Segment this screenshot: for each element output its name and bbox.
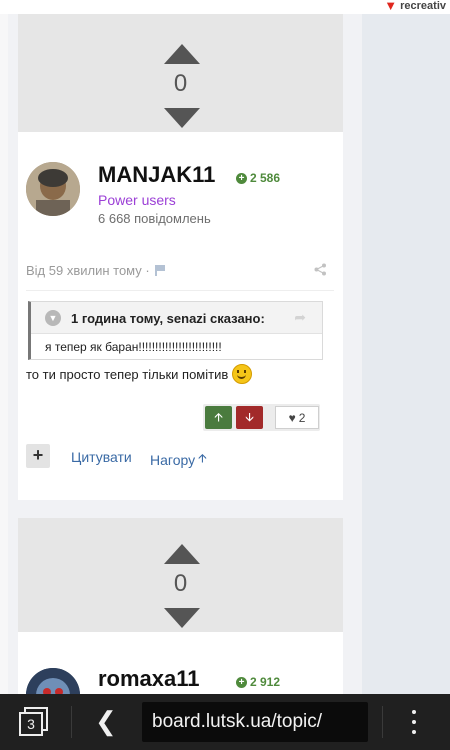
share-icon[interactable] bbox=[314, 263, 327, 279]
url-text: board.lutsk.ua/topic/ bbox=[152, 711, 323, 732]
post: 0 romaxa11 + 2 912 bbox=[18, 518, 343, 722]
reaction-count: 2 bbox=[298, 410, 306, 425]
post-date-text: Від 59 хвилин тому · bbox=[26, 263, 150, 278]
tabs-button[interactable]: 3 bbox=[19, 707, 48, 736]
right-panel bbox=[362, 14, 450, 694]
reputation-up-button[interactable]: 🡩 bbox=[205, 406, 232, 429]
back-to-top-label: Нагору bbox=[150, 451, 196, 468]
plus-circle-icon: + bbox=[236, 172, 247, 184]
reputation-controls: 🡩 🡫 ♥ 2 bbox=[203, 404, 320, 431]
tab-count: 3 bbox=[19, 712, 43, 736]
toolbar-divider bbox=[382, 706, 383, 738]
upvote-arrow-icon[interactable] bbox=[164, 544, 200, 564]
quote-share-icon[interactable]: ➦ bbox=[294, 309, 306, 326]
reputation-badge: + 2 912 bbox=[236, 675, 280, 689]
post-body: то ти просто тепер тільки помітив bbox=[26, 364, 253, 384]
address-bar[interactable]: board.lutsk.ua/topic/ bbox=[142, 702, 368, 742]
vote-count: 0 bbox=[173, 70, 188, 97]
reputation-value: 2 912 bbox=[250, 675, 281, 689]
avatar-photo bbox=[26, 162, 80, 216]
divider bbox=[26, 290, 334, 291]
author-name[interactable]: romaxa11 bbox=[98, 666, 200, 692]
back-to-top-link[interactable]: Нагору 🡩 bbox=[150, 449, 207, 470]
user-group: Power users bbox=[98, 192, 176, 208]
multiquote-plus-button[interactable]: + bbox=[26, 444, 50, 468]
share-glyph bbox=[314, 263, 326, 276]
menu-dot bbox=[412, 720, 416, 724]
quote-block: ▼ 1 година тому, senazi сказано: ➦ я теп… bbox=[28, 301, 323, 360]
back-arrow-icon[interactable]: ❮ bbox=[95, 707, 117, 735]
post-date: Від 59 хвилин тому · bbox=[26, 263, 166, 278]
menu-dot bbox=[412, 730, 416, 734]
ad-label: recreativ bbox=[400, 0, 446, 12]
top-strip: ▼ recreativ bbox=[0, 0, 450, 14]
report-flag-icon[interactable] bbox=[154, 265, 166, 276]
arrow-up-icon: 🡩 bbox=[198, 451, 207, 465]
smiley-emoji-icon bbox=[232, 364, 253, 384]
avatar[interactable] bbox=[26, 162, 80, 216]
recreativ-logo-icon: ▼ bbox=[384, 0, 398, 13]
menu-dot bbox=[412, 710, 416, 714]
upvote-arrow-icon[interactable] bbox=[164, 44, 200, 64]
toolbar-divider bbox=[71, 706, 72, 738]
author-name[interactable]: MANJAK11 bbox=[98, 162, 215, 188]
reputation-down-button[interactable]: 🡫 bbox=[236, 406, 263, 429]
reputation-badge: + 2 586 bbox=[236, 171, 280, 185]
post-count: 6 668 повідомлень bbox=[98, 211, 211, 226]
post-text: то ти просто тепер тільки помітив bbox=[26, 366, 229, 382]
plus-circle-icon: + bbox=[236, 676, 247, 688]
post-actions: + Цитувати Нагору 🡩 bbox=[26, 444, 326, 470]
post: 0 MANJAK11 + 2 586 Power users 6 668 пов… bbox=[18, 14, 343, 500]
overflow-menu-icon[interactable] bbox=[409, 710, 419, 734]
chevron-down-icon[interactable]: ▼ bbox=[45, 310, 61, 326]
quote-citation[interactable]: 1 година тому, senazi сказано: bbox=[71, 311, 265, 326]
quote-link[interactable]: Цитувати bbox=[71, 449, 132, 465]
reputation-value: 2 586 bbox=[250, 171, 281, 185]
ad-badge[interactable]: ▼ recreativ bbox=[384, 0, 446, 13]
heart-icon: ♥ bbox=[288, 410, 296, 425]
vote-count: 0 bbox=[173, 570, 188, 597]
vote-box: 0 bbox=[18, 14, 343, 132]
reactions-button[interactable]: ♥ 2 bbox=[275, 406, 319, 429]
downvote-arrow-icon[interactable] bbox=[164, 608, 200, 628]
left-rail bbox=[0, 14, 8, 694]
quote-header: ▼ 1 година тому, senazi сказано: ➦ bbox=[31, 302, 322, 334]
downvote-arrow-icon[interactable] bbox=[164, 108, 200, 128]
vote-box: 0 bbox=[18, 518, 343, 632]
quote-text: я тепер як баран!!!!!!!!!!!!!!!!!!!!!!!!… bbox=[45, 340, 222, 354]
browser-toolbar: 3 ❮ board.lutsk.ua/topic/ bbox=[0, 694, 450, 750]
